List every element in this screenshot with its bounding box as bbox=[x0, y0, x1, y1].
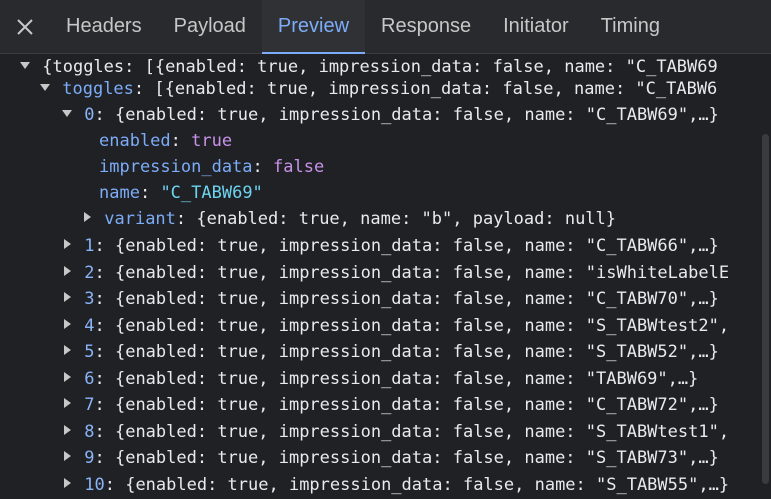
item-preview: : {enabled: true, impression_data: false… bbox=[94, 395, 719, 415]
tab-initiator-label: Initiator bbox=[503, 15, 569, 37]
network-detail-tabbar: Headers Payload Preview Response Initiat… bbox=[0, 0, 771, 54]
tab-response[interactable]: Response bbox=[365, 0, 487, 53]
tab-timing-label: Timing bbox=[600, 15, 660, 37]
item-index: 4 bbox=[84, 315, 95, 336]
triangle-right-icon[interactable] bbox=[60, 423, 74, 437]
vertical-scrollbar[interactable] bbox=[760, 54, 771, 499]
tree-item-row[interactable]: 4: {enabled: true, impression_data: fals… bbox=[60, 313, 729, 339]
triangle-right-icon[interactable] bbox=[60, 237, 74, 251]
prop-value: true bbox=[191, 131, 233, 151]
tree-item-row[interactable]: 10: {enabled: true, impression_data: fal… bbox=[60, 472, 729, 498]
tab-preview[interactable]: Preview bbox=[261, 0, 366, 54]
item-index: 9 bbox=[84, 448, 95, 468]
tab-payload-label: Payload bbox=[173, 15, 246, 37]
triangle-down-icon[interactable] bbox=[38, 80, 52, 94]
tree-prop-name[interactable]: name: "C_TABW69" bbox=[99, 180, 263, 206]
tab-response-label: Response bbox=[381, 15, 472, 37]
tree-item-row[interactable]: 8: {enabled: true, impression_data: fals… bbox=[60, 419, 729, 445]
prop-value: "C_TABW69" bbox=[160, 183, 263, 203]
toggles-preview: : [{enabled: true, impression_data: fals… bbox=[133, 79, 718, 99]
tab-preview-label: Preview bbox=[277, 15, 350, 37]
item-index: 0 bbox=[84, 105, 95, 125]
prop-value: false bbox=[273, 157, 325, 177]
tree-item-row[interactable]: 1: {enabled: true, impression_data: fals… bbox=[60, 233, 719, 259]
tree-item-row[interactable]: 3: {enabled: true, impression_data: fals… bbox=[60, 286, 719, 312]
item-index: 6 bbox=[84, 368, 95, 389]
item-preview: : {enabled: true, impression_data: false… bbox=[94, 368, 699, 389]
item-preview: : {enabled: true, impression_data: false… bbox=[104, 474, 730, 495]
tab-headers[interactable]: Headers bbox=[50, 0, 158, 53]
toggles-key: toggles bbox=[62, 79, 134, 99]
item-index: 7 bbox=[84, 395, 95, 415]
tree-root-preview: {toggles: [{enabled: true, impression_da… bbox=[42, 57, 718, 77]
json-preview-tree: {toggles: [{enabled: true, impression_da… bbox=[0, 54, 771, 499]
item-index: 8 bbox=[84, 421, 95, 442]
item-index: 10 bbox=[84, 474, 105, 495]
item-preview: : {enabled: true, impression_data: false… bbox=[94, 315, 730, 336]
item-index: 2 bbox=[84, 262, 95, 283]
tab-headers-label: Headers bbox=[66, 15, 142, 37]
item-preview: : {enabled: true, impression_data: false… bbox=[94, 236, 719, 256]
close-panel-button[interactable] bbox=[0, 0, 50, 53]
tree-item-row[interactable]: 7: {enabled: true, impression_data: fals… bbox=[60, 392, 719, 418]
tree-item-0-row[interactable]: 0: {enabled: true, impression_data: fals… bbox=[60, 102, 719, 128]
item-index: 1 bbox=[84, 236, 95, 256]
item-index: 3 bbox=[84, 289, 95, 309]
prop-key: name bbox=[99, 183, 140, 203]
tree-item-row[interactable]: 9: {enabled: true, impression_data: fals… bbox=[60, 445, 719, 471]
item-preview: : {enabled: true, impression_data: false… bbox=[94, 105, 719, 125]
triangle-right-icon[interactable] bbox=[60, 317, 74, 331]
variant-preview: : {enabled: true, name: "b", payload: nu… bbox=[175, 209, 617, 229]
tree-item-row[interactable]: 2: {enabled: true, impression_data: fals… bbox=[60, 260, 729, 286]
item-preview: : {enabled: true, impression_data: false… bbox=[94, 448, 719, 468]
tab-timing[interactable]: Timing bbox=[585, 0, 676, 53]
prop-key: impression_data bbox=[99, 157, 253, 177]
prop-key: enabled bbox=[99, 131, 171, 151]
triangle-down-icon[interactable] bbox=[60, 106, 74, 120]
triangle-right-icon[interactable] bbox=[60, 343, 74, 357]
tree-prop-enabled[interactable]: enabled: true bbox=[99, 128, 232, 154]
triangle-right-icon[interactable] bbox=[80, 210, 94, 224]
tree-item-row[interactable]: 5: {enabled: true, impression_data: fals… bbox=[60, 339, 719, 365]
tab-initiator[interactable]: Initiator bbox=[487, 0, 585, 53]
item-preview: : {enabled: true, impression_data: false… bbox=[94, 289, 719, 309]
item-preview: : {enabled: true, impression_data: false… bbox=[94, 262, 730, 283]
triangle-right-icon[interactable] bbox=[60, 476, 74, 490]
item-index: 5 bbox=[84, 342, 95, 362]
prop-key: variant bbox=[104, 209, 176, 229]
tree-prop-variant[interactable]: variant: {enabled: true, name: "b", payl… bbox=[80, 206, 616, 232]
triangle-down-icon[interactable] bbox=[18, 58, 32, 72]
item-preview: : {enabled: true, impression_data: false… bbox=[94, 342, 719, 362]
scrollbar-thumb[interactable] bbox=[762, 134, 769, 484]
tab-payload[interactable]: Payload bbox=[158, 0, 262, 53]
triangle-right-icon[interactable] bbox=[60, 290, 74, 304]
triangle-right-icon[interactable] bbox=[60, 396, 74, 410]
tree-prop-impression-data[interactable]: impression_data: false bbox=[99, 154, 324, 180]
tree-toggles-row[interactable]: toggles: [{enabled: true, impression_dat… bbox=[38, 76, 717, 102]
triangle-right-icon[interactable] bbox=[60, 449, 74, 463]
item-preview: : {enabled: true, impression_data: false… bbox=[94, 421, 730, 442]
tree-item-row[interactable]: 6: {enabled: true, impression_data: fals… bbox=[60, 366, 698, 392]
triangle-right-icon[interactable] bbox=[60, 264, 74, 278]
triangle-right-icon[interactable] bbox=[60, 370, 74, 384]
close-icon bbox=[17, 18, 33, 35]
